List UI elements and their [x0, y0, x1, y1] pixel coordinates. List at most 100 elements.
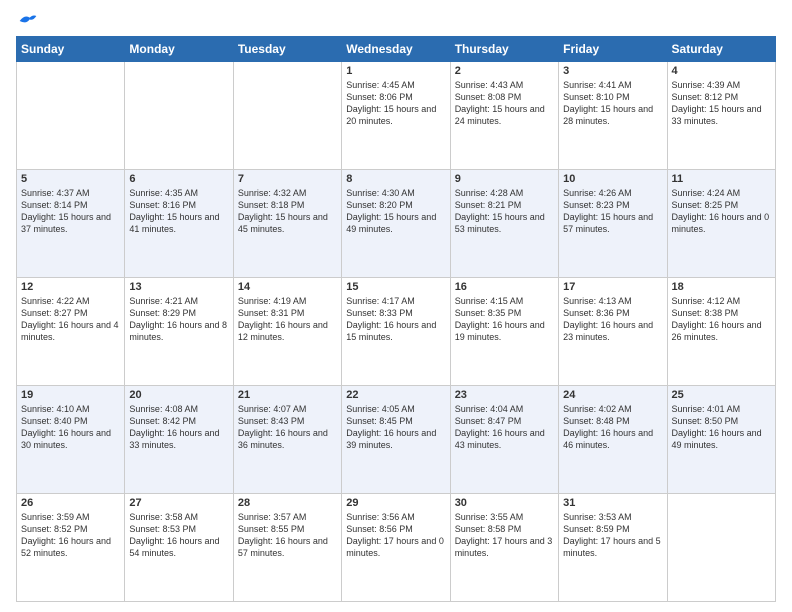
calendar-cell: 10 Sunrise: 4:26 AMSunset: 8:23 PMDayligh… [559, 170, 667, 278]
day-info: Sunrise: 4:41 AMSunset: 8:10 PMDaylight:… [563, 79, 662, 128]
day-info: Sunrise: 4:30 AMSunset: 8:20 PMDaylight:… [346, 187, 445, 236]
week-row-4: 19 Sunrise: 4:10 AMSunset: 8:40 PMDayligh… [17, 386, 776, 494]
calendar-cell: 20 Sunrise: 4:08 AMSunset: 8:42 PMDayligh… [125, 386, 233, 494]
calendar-cell: 13Sunrise: 4:21 AMSunset: 8:29 PMDayligh… [125, 278, 233, 386]
calendar-cell: 8 Sunrise: 4:30 AMSunset: 8:20 PMDaylight… [342, 170, 450, 278]
day-info: Sunrise: 4:21 AMSunset: 8:29 PMDaylight:… [129, 295, 228, 344]
day-info: Sunrise: 4:13 AMSunset: 8:36 PMDaylight:… [563, 295, 662, 344]
day-number: 23 [455, 389, 554, 401]
day-header-thursday: Thursday [450, 37, 558, 62]
day-info: Sunrise: 4:24 AMSunset: 8:25 PMDaylight:… [672, 187, 771, 236]
day-info: Sunrise: 4:15 AMSunset: 8:35 PMDaylight:… [455, 295, 554, 344]
day-number: 3 [563, 65, 662, 77]
day-number: 2 [455, 65, 554, 77]
calendar-cell: 27Sunrise: 3:58 AMSunset: 8:53 PMDayligh… [125, 494, 233, 602]
calendar-cell: 22 Sunrise: 4:05 AMSunset: 8:45 PMDayligh… [342, 386, 450, 494]
calendar-cell [233, 62, 341, 170]
calendar-cell: 28Sunrise: 3:57 AMSunset: 8:55 PMDayligh… [233, 494, 341, 602]
day-info: Sunrise: 4:08 AMSunset: 8:42 PMDaylight:… [129, 403, 228, 452]
day-header-monday: Monday [125, 37, 233, 62]
day-info: Sunrise: 4:07 AMSunset: 8:43 PMDaylight:… [238, 403, 337, 452]
day-number: 20 [129, 389, 228, 401]
calendar-cell: 26Sunrise: 3:59 AMSunset: 8:52 PMDayligh… [17, 494, 125, 602]
calendar-cell: 30Sunrise: 3:55 AMSunset: 8:58 PMDayligh… [450, 494, 558, 602]
day-number: 11 [672, 173, 771, 185]
day-number: 22 [346, 389, 445, 401]
day-header-friday: Friday [559, 37, 667, 62]
calendar-table: SundayMondayTuesdayWednesdayThursdayFrid… [16, 36, 776, 602]
calendar-cell: 25 Sunrise: 4:01 AMSunset: 8:50 PMDayligh… [667, 386, 775, 494]
day-number: 1 [346, 65, 445, 77]
calendar-cell [667, 494, 775, 602]
calendar-cell: 5Sunrise: 4:37 AMSunset: 8:14 PMDaylight… [17, 170, 125, 278]
logo [16, 10, 38, 28]
day-info: Sunrise: 4:35 AMSunset: 8:16 PMDaylight:… [129, 187, 228, 236]
day-number: 24 [563, 389, 662, 401]
day-number: 14 [238, 281, 337, 293]
week-row-3: 12 Sunrise: 4:22 AMSunset: 8:27 PMDayligh… [17, 278, 776, 386]
day-number: 29 [346, 497, 445, 509]
calendar-cell: 3 Sunrise: 4:41 AMSunset: 8:10 PMDaylight… [559, 62, 667, 170]
day-number: 18 [672, 281, 771, 293]
calendar-cell: 17 Sunrise: 4:13 AMSunset: 8:36 PMDayligh… [559, 278, 667, 386]
day-info: Sunrise: 4:01 AMSunset: 8:50 PMDaylight:… [672, 403, 771, 452]
calendar-cell: 14 Sunrise: 4:19 AMSunset: 8:31 PMDayligh… [233, 278, 341, 386]
calendar-cell: 29Sunrise: 3:56 AMSunset: 8:56 PMDayligh… [342, 494, 450, 602]
day-info: Sunrise: 4:28 AMSunset: 8:21 PMDaylight:… [455, 187, 554, 236]
week-row-5: 26Sunrise: 3:59 AMSunset: 8:52 PMDayligh… [17, 494, 776, 602]
header [16, 10, 776, 28]
day-header-tuesday: Tuesday [233, 37, 341, 62]
calendar-cell: 12 Sunrise: 4:22 AMSunset: 8:27 PMDayligh… [17, 278, 125, 386]
day-number: 26 [21, 497, 120, 509]
day-number: 10 [563, 173, 662, 185]
day-info: Sunrise: 4:22 AMSunset: 8:27 PMDaylight:… [21, 295, 120, 344]
day-number: 9 [455, 173, 554, 185]
day-header-sunday: Sunday [17, 37, 125, 62]
day-info: Sunrise: 3:53 AMSunset: 8:59 PMDaylight:… [563, 511, 662, 560]
calendar-cell: 6 Sunrise: 4:35 AMSunset: 8:16 PMDaylight… [125, 170, 233, 278]
day-info: Sunrise: 4:05 AMSunset: 8:45 PMDaylight:… [346, 403, 445, 452]
page: SundayMondayTuesdayWednesdayThursdayFrid… [0, 0, 792, 612]
day-info: Sunrise: 4:17 AMSunset: 8:33 PMDaylight:… [346, 295, 445, 344]
day-info: Sunrise: 4:43 AMSunset: 8:08 PMDaylight:… [455, 79, 554, 128]
calendar-cell: 7Sunrise: 4:32 AMSunset: 8:18 PMDaylight… [233, 170, 341, 278]
day-number: 19 [21, 389, 120, 401]
day-header-saturday: Saturday [667, 37, 775, 62]
day-info: Sunrise: 3:58 AMSunset: 8:53 PMDaylight:… [129, 511, 228, 560]
day-number: 21 [238, 389, 337, 401]
calendar-cell: 21 Sunrise: 4:07 AMSunset: 8:43 PMDayligh… [233, 386, 341, 494]
day-info: Sunrise: 4:32 AMSunset: 8:18 PMDaylight:… [238, 187, 337, 236]
calendar-cell: 9 Sunrise: 4:28 AMSunset: 8:21 PMDaylight… [450, 170, 558, 278]
calendar-cell: 15 Sunrise: 4:17 AMSunset: 8:33 PMDayligh… [342, 278, 450, 386]
day-number: 4 [672, 65, 771, 77]
calendar-cell [17, 62, 125, 170]
calendar-cell: 1 Sunrise: 4:45 AMSunset: 8:06 PMDaylight… [342, 62, 450, 170]
day-info: Sunrise: 4:10 AMSunset: 8:40 PMDaylight:… [21, 403, 120, 452]
day-number: 30 [455, 497, 554, 509]
day-number: 6 [129, 173, 228, 185]
day-info: Sunrise: 4:39 AMSunset: 8:12 PMDaylight:… [672, 79, 771, 128]
day-number: 8 [346, 173, 445, 185]
day-info: Sunrise: 3:57 AMSunset: 8:55 PMDaylight:… [238, 511, 337, 560]
day-info: Sunrise: 4:12 AMSunset: 8:38 PMDaylight:… [672, 295, 771, 344]
calendar-header-row: SundayMondayTuesdayWednesdayThursdayFrid… [17, 37, 776, 62]
calendar-cell: 11 Sunrise: 4:24 AMSunset: 8:25 PMDayligh… [667, 170, 775, 278]
calendar-cell: 19 Sunrise: 4:10 AMSunset: 8:40 PMDayligh… [17, 386, 125, 494]
day-info: Sunrise: 4:02 AMSunset: 8:48 PMDaylight:… [563, 403, 662, 452]
day-info: Sunrise: 4:26 AMSunset: 8:23 PMDaylight:… [563, 187, 662, 236]
day-number: 5 [21, 173, 120, 185]
day-info: Sunrise: 4:04 AMSunset: 8:47 PMDaylight:… [455, 403, 554, 452]
day-number: 25 [672, 389, 771, 401]
logo-bird-icon [18, 12, 38, 30]
week-row-1: 1 Sunrise: 4:45 AMSunset: 8:06 PMDaylight… [17, 62, 776, 170]
day-number: 15 [346, 281, 445, 293]
logo-text [16, 10, 38, 32]
calendar-cell: 18 Sunrise: 4:12 AMSunset: 8:38 PMDayligh… [667, 278, 775, 386]
calendar-cell: 16 Sunrise: 4:15 AMSunset: 8:35 PMDayligh… [450, 278, 558, 386]
week-row-2: 5Sunrise: 4:37 AMSunset: 8:14 PMDaylight… [17, 170, 776, 278]
day-number: 12 [21, 281, 120, 293]
day-number: 16 [455, 281, 554, 293]
day-info: Sunrise: 4:45 AMSunset: 8:06 PMDaylight:… [346, 79, 445, 128]
day-info: Sunrise: 4:19 AMSunset: 8:31 PMDaylight:… [238, 295, 337, 344]
day-number: 17 [563, 281, 662, 293]
